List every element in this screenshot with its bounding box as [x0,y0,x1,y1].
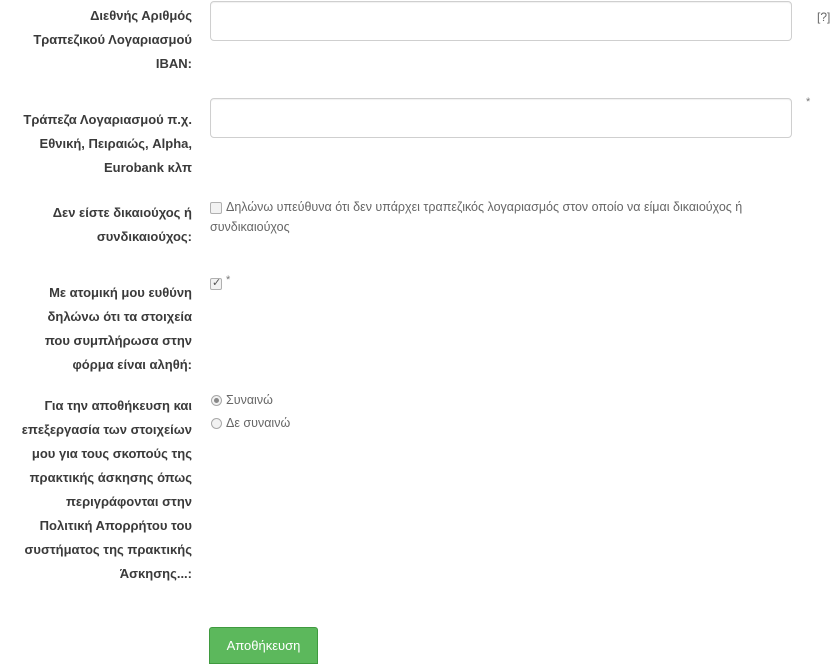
truth-declaration-required-mark: * [226,274,231,286]
iban-label: Διεθνής Αριθμός Τραπεζικού Λογαριασμού I… [33,8,192,71]
no-account-checkbox-text: Δηλώνω υπεύθυνα ότι δεν υπάρχει τραπεζικ… [210,200,743,234]
consent-radio-disagree[interactable] [211,418,222,429]
no-account-label: Δεν είστε δικαιούχος ή συνδικαιούχος: [52,205,192,244]
iban-help-link[interactable]: [?] [817,10,830,24]
truth-declaration-label: Με ατομική μου ευθύνη δηλώνω ότι τα στοι… [44,285,192,372]
consent-label: Για την αποθήκευση και επεξεργασία των σ… [21,398,192,581]
consent-radio-agree[interactable] [211,395,222,406]
consent-option-disagree: Δε συναινώ [226,416,291,430]
truth-declaration-checkbox[interactable] [210,276,222,290]
iban-input[interactable] [210,1,792,41]
save-button[interactable]: Αποθήκευση [209,627,318,664]
bank-label: Τράπεζα Λογαριασμού π.χ. Εθνική, Πειραιώ… [23,112,192,175]
consent-option-agree: Συναινώ [226,393,273,407]
bank-required-mark: * [806,96,811,108]
bank-input[interactable] [210,98,792,138]
